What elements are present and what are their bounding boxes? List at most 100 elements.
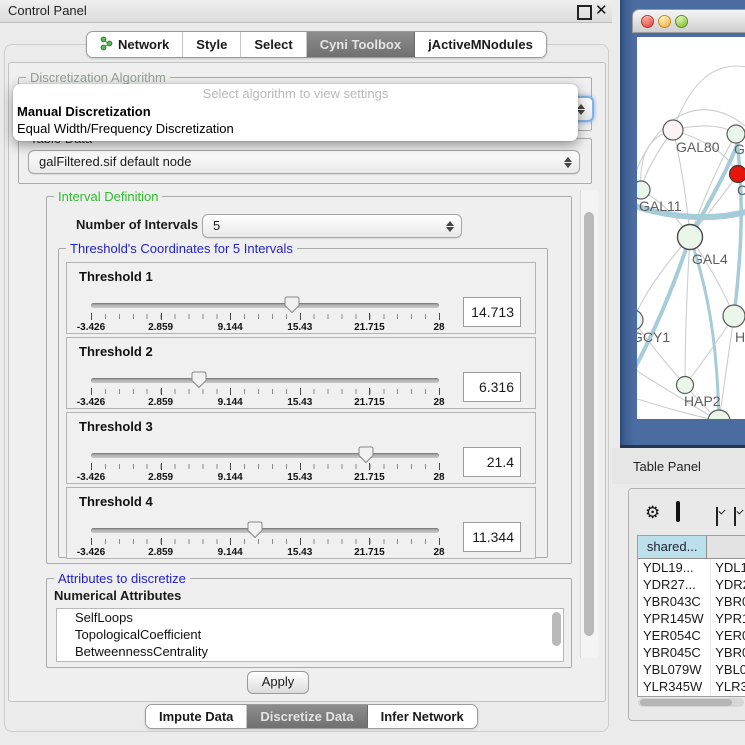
threshold-4-value[interactable]: 11.344: [463, 522, 521, 552]
algorithm-dropdown-popup: Select algorithm to view settings Manual…: [13, 84, 578, 141]
slider-handle[interactable]: [284, 296, 300, 314]
table-panel-title: Table Panel: [633, 459, 701, 474]
tab-discretize-data-label: Discretize Data: [260, 709, 353, 724]
node-attribute-table[interactable]: shared... na YDL19...YDL1 YDR27...YDR2 Y…: [637, 535, 745, 697]
node-gal4[interactable]: [678, 225, 703, 250]
threshold-3-value[interactable]: 21.4: [463, 447, 521, 477]
threshold-4-slider[interactable]: -3.426 2.859 9.144 15.43 21.715 28: [91, 526, 439, 556]
combo-arrows-icon: [564, 151, 572, 173]
tab-style[interactable]: Style: [183, 32, 241, 57]
tab-impute-data[interactable]: Impute Data: [146, 705, 247, 728]
float-window-icon[interactable]: [577, 5, 592, 20]
table-row[interactable]: YBR045CYBR0: [638, 644, 745, 661]
table-row[interactable]: YIL052CYIL0: [638, 695, 745, 697]
close-traffic-light-icon[interactable]: [641, 15, 654, 28]
table-data-combobox[interactable]: galFiltered.sif default node: [28, 150, 580, 174]
column-header-name[interactable]: na: [707, 536, 745, 558]
checkbox-icon[interactable]: [716, 507, 718, 526]
slider-tick-labels: -3.426 2.859 9.144 15.43 21.715 28: [91, 397, 439, 409]
split-columns-icon[interactable]: [676, 501, 680, 522]
network-canvas[interactable]: GAL80 GA C GAL11 GAL4 GCY1 H HAP2: [637, 37, 745, 419]
node-red-selected[interactable]: [730, 166, 745, 183]
threshold-1-slider[interactable]: -3.426 2.859 9.144 15.43 21.715 28: [91, 301, 439, 331]
gear-icon[interactable]: ⚙: [645, 504, 660, 522]
zoom-traffic-light-icon[interactable]: [675, 15, 688, 28]
node-label-gal11: GAL11: [639, 198, 682, 214]
algorithm-option-manual[interactable]: Manual Discretization: [17, 104, 151, 119]
node-label-gal80: GAL80: [676, 139, 720, 155]
table-row[interactable]: YDR27...YDR2: [638, 576, 745, 593]
list-item[interactable]: BetweennessCentrality: [57, 643, 563, 660]
slider-track[interactable]: [91, 453, 439, 458]
bottom-tabbar: Impute Data Discretize Data Infer Networ…: [145, 704, 478, 729]
table-horizontal-scrollbar[interactable]: [638, 698, 744, 707]
tab-infer-network[interactable]: Infer Network: [368, 705, 477, 728]
list-item[interactable]: TopologicalCoefficient: [57, 626, 563, 643]
node-partial-right[interactable]: [723, 305, 745, 327]
threshold-3-slider[interactable]: -3.426 2.859 9.144 15.43 21.715 28: [91, 451, 439, 481]
slider-handle[interactable]: [247, 521, 263, 539]
column-header-shared-name[interactable]: shared...: [638, 536, 707, 558]
table-hscrollbar-thumb[interactable]: [640, 699, 732, 706]
table-row[interactable]: YLR345WYLR3: [638, 678, 745, 695]
slider-track[interactable]: [91, 378, 439, 383]
node-gal11[interactable]: [637, 181, 650, 199]
number-of-intervals-value: 5: [213, 218, 220, 233]
table-row[interactable]: YBL079WYBL0: [638, 661, 745, 678]
slider-minor-ticks: [91, 314, 440, 319]
algorithm-group-title: Discretization Algorithm: [26, 70, 170, 85]
threshold-1-panel: Threshold 1 -3.426 2.859 9.144 15.43 21.…: [66, 262, 536, 334]
threshold-4-label: Threshold 4: [79, 494, 153, 509]
numerical-attributes-list[interactable]: SelfLoops TopologicalCoefficient Between…: [56, 608, 564, 662]
combo-arrows-icon: [577, 98, 585, 120]
node-hap2[interactable]: [677, 377, 694, 394]
threshold-2-label: Threshold 2: [79, 344, 153, 359]
settings-scrollbar-thumb[interactable]: [584, 212, 594, 636]
number-of-intervals-combobox[interactable]: 5: [202, 214, 462, 238]
list-item[interactable]: SelfLoops: [57, 609, 563, 626]
slider-minor-ticks: [91, 539, 440, 544]
apply-button[interactable]: Apply: [247, 671, 309, 694]
network-icon: [100, 36, 113, 54]
algorithm-prompt: Select algorithm to view settings: [13, 86, 578, 101]
slider-minor-ticks: [91, 389, 440, 394]
tab-cyni-toolbox[interactable]: Cyni Toolbox: [307, 32, 415, 57]
algorithm-option-equal-width[interactable]: Equal Width/Frequency Discretization: [17, 121, 234, 136]
table-row[interactable]: YER054CYER0: [638, 627, 745, 644]
slider-track[interactable]: [91, 528, 439, 533]
thresholds-group-title: Threshold's Coordinates for 5 Intervals: [66, 241, 297, 256]
threshold-2-slider[interactable]: -3.426 2.859 9.144 15.43 21.715 28: [91, 376, 439, 406]
node-label-gcy1: GCY1: [637, 329, 670, 345]
tab-style-label: Style: [196, 37, 227, 52]
table-body: YDL19...YDL1 YDR27...YDR2 YBR043CYBR0 YP…: [638, 559, 745, 697]
number-of-intervals-label: Number of Intervals: [76, 217, 198, 232]
node-partial-bottom[interactable]: [708, 410, 730, 419]
node-label-partial-mid-right: C: [737, 182, 745, 198]
checkbox-icon[interactable]: [734, 507, 736, 526]
tab-network[interactable]: Network: [87, 32, 183, 57]
tab-select[interactable]: Select: [241, 32, 306, 57]
threshold-1-value[interactable]: 14.713: [463, 297, 521, 327]
list-scrollbar-thumb[interactable]: [552, 612, 561, 646]
tab-discretize-data[interactable]: Discretize Data: [247, 705, 367, 728]
table-row[interactable]: YBR043CYBR0: [638, 593, 745, 610]
node-gcy1[interactable]: [637, 310, 643, 330]
node-gal80[interactable]: [663, 120, 683, 140]
slider-handle[interactable]: [191, 371, 207, 389]
slider-handle[interactable]: [358, 446, 374, 464]
tab-jactivemnodules[interactable]: jActiveMNodules: [415, 32, 546, 57]
slider-track[interactable]: [91, 303, 439, 308]
node-label-hap2: HAP2: [684, 393, 721, 409]
close-icon[interactable]: ✕: [595, 1, 608, 21]
network-window-titlebar: [632, 9, 745, 33]
table-data-value: galFiltered.sif default node: [39, 154, 191, 169]
tab-select-label: Select: [254, 37, 292, 52]
threshold-2-value[interactable]: 6.316: [463, 372, 521, 402]
table-row[interactable]: YPR145WYPR1: [638, 610, 745, 627]
settings-scrollbar[interactable]: [580, 190, 598, 658]
slider-tick-labels: -3.426 2.859 9.144 15.43 21.715 28: [91, 472, 439, 484]
tab-infer-network-label: Infer Network: [381, 709, 464, 724]
table-row[interactable]: YDL19...YDL1: [638, 559, 745, 576]
minimize-traffic-light-icon[interactable]: [658, 15, 671, 28]
threshold-1-label: Threshold 1: [79, 269, 153, 284]
